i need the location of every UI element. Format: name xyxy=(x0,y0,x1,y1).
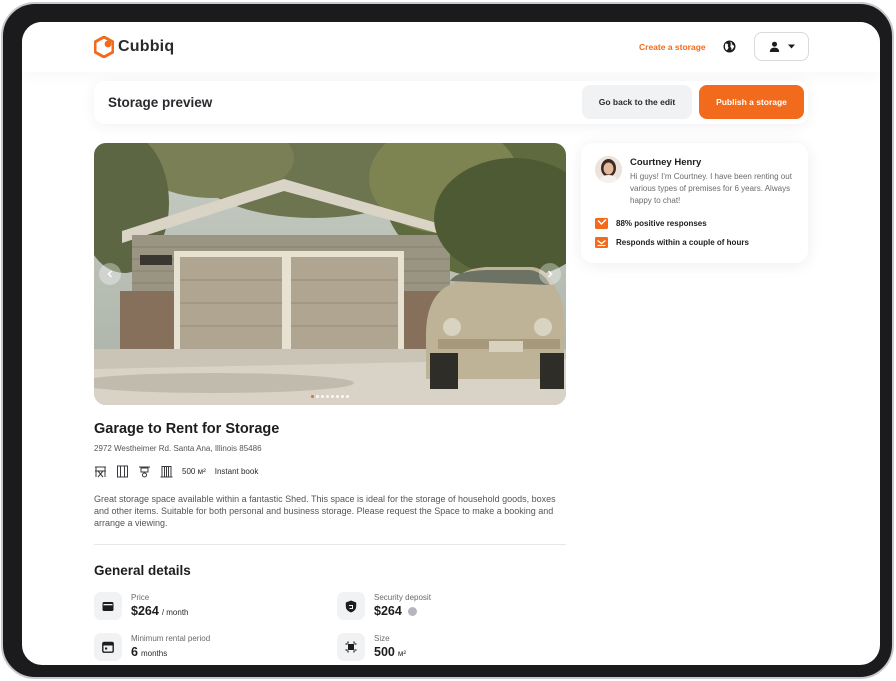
message-check-icon xyxy=(595,218,608,229)
listing-area: 500 м² xyxy=(182,467,206,476)
gallery-previous-button[interactable] xyxy=(99,263,121,285)
host-bio: Hi guys! I'm Courtney. I have been renti… xyxy=(630,172,792,205)
detail-size: Size 500 м² xyxy=(337,633,406,661)
deposit-value: $264 xyxy=(374,604,402,618)
gallery-dot[interactable] xyxy=(326,395,329,398)
avatar[interactable] xyxy=(595,156,622,183)
building-icon xyxy=(160,466,173,478)
section-divider xyxy=(94,544,566,545)
shield-icon xyxy=(337,592,365,620)
publish-storage-button[interactable]: Publish a storage xyxy=(699,85,804,119)
create-storage-link[interactable]: Create a storage xyxy=(639,42,706,52)
detail-security-deposit: Security deposit $264 xyxy=(337,592,431,620)
gallery-dot[interactable] xyxy=(341,395,344,398)
instant-book-label: Instant book xyxy=(214,467,259,476)
user-icon xyxy=(769,41,779,52)
chevron-down-icon xyxy=(787,44,795,49)
cubbiq-logo-icon xyxy=(94,36,114,58)
gallery-dot[interactable] xyxy=(311,395,314,398)
gallery-dot[interactable] xyxy=(316,395,319,398)
listing-features: 500 м² Instant book xyxy=(94,465,258,478)
host-name: Courtney Henry xyxy=(630,157,702,168)
globe-icon[interactable] xyxy=(723,40,736,53)
min-period-unit: months xyxy=(140,649,168,658)
size-value: 500 xyxy=(374,645,395,659)
size-label: Size xyxy=(374,634,390,643)
garage-photo xyxy=(94,143,566,405)
calendar-icon xyxy=(94,633,122,661)
logo-text: Cubbiq xyxy=(118,38,175,55)
price-unit: / month xyxy=(161,608,189,617)
user-menu-button[interactable] xyxy=(754,32,809,61)
tablet-frame: Cubbiq Create a storage Storage preview xyxy=(1,2,894,679)
general-details-heading: General details xyxy=(94,563,191,578)
response-time-stat: Responds within a couple of hours xyxy=(595,237,749,248)
deposit-label: Security deposit xyxy=(374,593,431,602)
chevron-left-icon xyxy=(107,270,112,278)
size-unit: м² xyxy=(397,649,407,658)
min-period-value: 6 xyxy=(131,645,138,659)
storage-photo-gallery[interactable] xyxy=(94,143,566,405)
wallet-icon xyxy=(94,592,122,620)
price-value: $264 xyxy=(131,604,159,618)
gallery-dot[interactable] xyxy=(331,395,334,398)
logo[interactable]: Cubbiq xyxy=(94,36,174,58)
host-card: Courtney Henry Hi guys! I'm Courtney. I … xyxy=(581,143,808,263)
app-screen: Cubbiq Create a storage Storage preview xyxy=(22,22,880,665)
price-label: Price xyxy=(131,593,150,602)
gallery-next-button[interactable] xyxy=(539,263,561,285)
storage-preview-bar: Storage preview Go back to the edit Publ… xyxy=(94,81,808,124)
positive-responses-stat: 88% positive responses xyxy=(595,218,707,229)
listing-address: 2972 Westheimer Rd. Santa Ana, Illinois … xyxy=(94,444,262,453)
listing-title: Garage to Rent for Storage xyxy=(94,421,280,437)
chevron-right-icon xyxy=(548,270,553,278)
page-title: Storage preview xyxy=(108,95,213,110)
gallery-pagination xyxy=(94,395,566,398)
gallery-dot[interactable] xyxy=(336,395,339,398)
info-icon[interactable] xyxy=(407,607,417,616)
detail-price: Price $264 / month xyxy=(94,592,189,620)
area-icon xyxy=(337,633,365,661)
back-to-edit-button[interactable]: Go back to the edit xyxy=(582,85,692,119)
door-icon xyxy=(117,465,128,478)
shelving-icon xyxy=(95,466,106,478)
message-time-icon xyxy=(595,237,608,248)
min-period-label: Minimum rental period xyxy=(131,634,211,643)
security-camera-icon xyxy=(139,466,150,478)
gallery-dot[interactable] xyxy=(321,395,324,398)
positive-responses-text: 88% positive responses xyxy=(616,219,707,228)
detail-minimum-rental-period: Minimum rental period 6 months xyxy=(94,633,210,661)
response-time-text: Responds within a couple of hours xyxy=(616,238,749,247)
listing-description: Great storage space available within a f… xyxy=(94,494,556,528)
top-navigation: Cubbiq Create a storage xyxy=(22,22,880,72)
gallery-dot[interactable] xyxy=(346,395,349,398)
